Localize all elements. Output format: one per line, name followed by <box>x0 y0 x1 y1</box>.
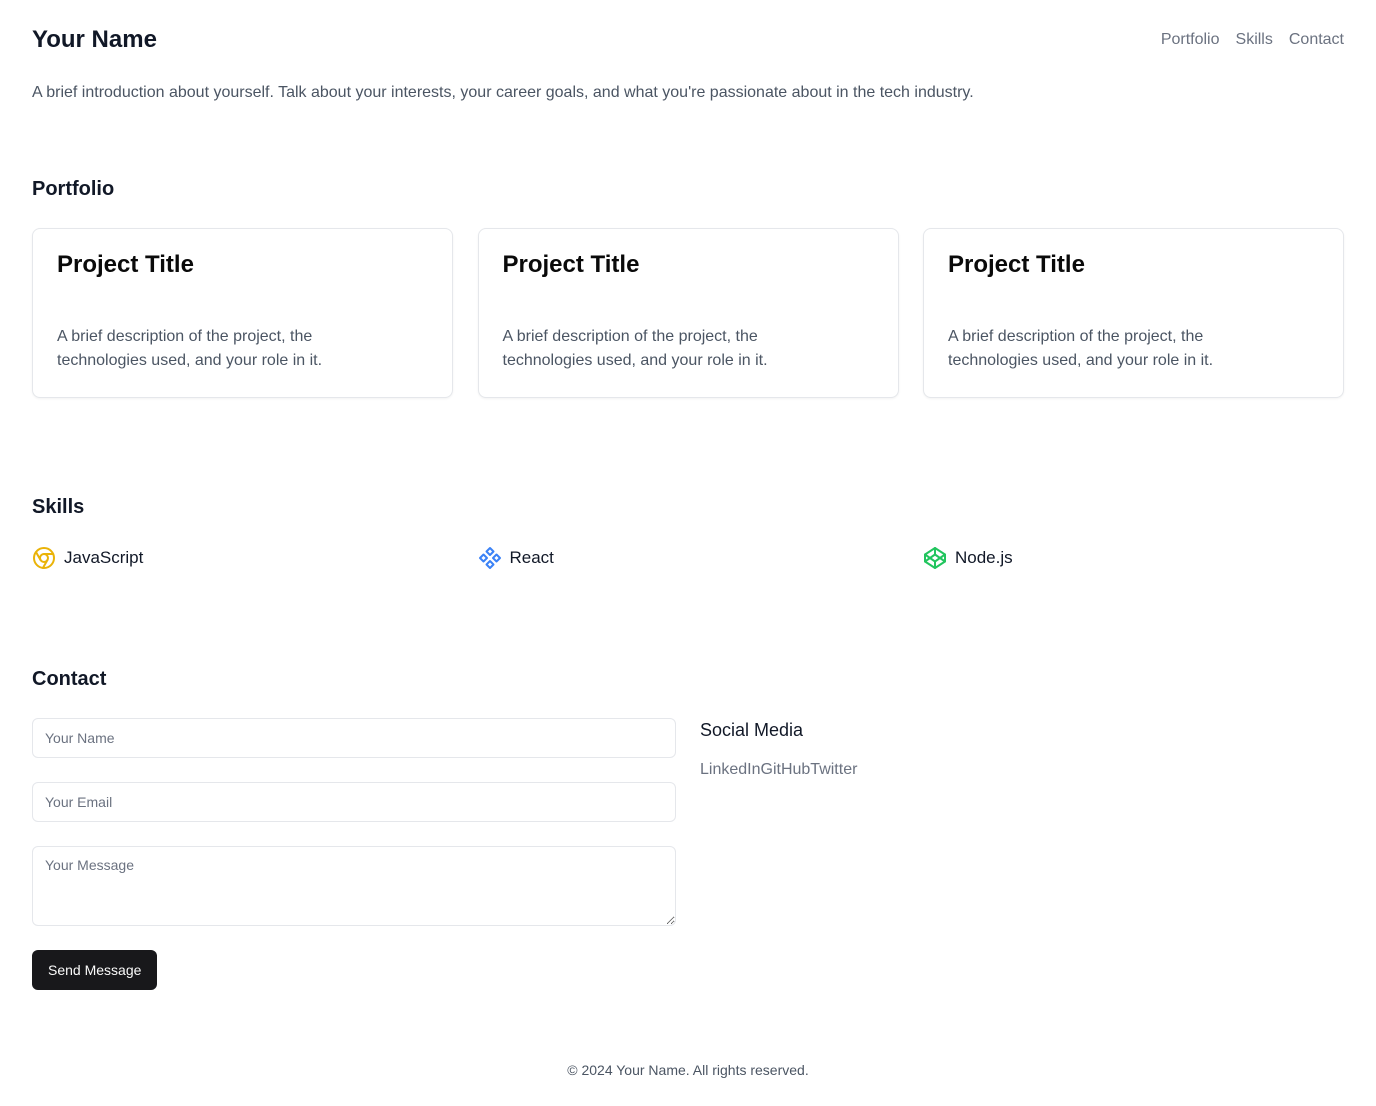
project-title: Project Title <box>948 251 1085 278</box>
project-card[interactable]: Project Title A brief description of the… <box>923 228 1344 398</box>
social-media-heading: Social Media <box>700 720 804 740</box>
social-link-github[interactable]: GitHub <box>761 761 811 779</box>
skill-label: Node.js <box>955 548 1013 567</box>
project-card[interactable]: Project Title A brief description of the… <box>477 228 899 398</box>
portfolio-heading: Portfolio <box>32 178 115 200</box>
intro-text: A brief introduction about yourself. Tal… <box>32 84 974 101</box>
social-links: LinkedIn GitHub Twitter <box>700 761 857 779</box>
main-nav: Portfolio Skills Contact <box>1161 31 1344 49</box>
social-media-panel: Social Media LinkedIn GitHub Twitter <box>700 720 857 779</box>
skill-label: JavaScript <box>64 548 144 567</box>
portfolio-page: Your Name Portfolio Skills Contact A bri… <box>0 0 1376 1106</box>
project-title: Project Title <box>57 251 194 278</box>
skill-item-javascript: JavaScript <box>32 546 478 570</box>
skills-list: JavaScript React Node.js <box>32 546 1344 570</box>
social-link-twitter[interactable]: Twitter <box>810 761 857 779</box>
project-description: A brief description of the project, the … <box>948 328 1214 369</box>
nav-link-contact[interactable]: Contact <box>1289 31 1344 49</box>
project-title: Project Title <box>502 251 640 278</box>
project-description: A brief description of the project, the … <box>502 328 768 369</box>
skill-item-react: React <box>478 546 924 570</box>
social-link-linkedin[interactable]: LinkedIn <box>700 761 761 779</box>
codepen-icon <box>923 546 947 570</box>
skills-heading: Skills <box>32 496 85 518</box>
nav-link-portfolio[interactable]: Portfolio <box>1161 31 1220 49</box>
send-message-button[interactable]: Send Message <box>32 950 158 990</box>
chrome-icon <box>32 546 56 570</box>
project-description: A brief description of the project, the … <box>57 328 323 369</box>
contact-heading: Contact <box>32 668 107 690</box>
project-grid: Project Title A brief description of the… <box>32 228 1344 398</box>
site-header: Your Name Portfolio Skills Contact <box>32 24 1344 56</box>
skill-label: React <box>509 548 554 567</box>
name-input[interactable] <box>32 718 676 758</box>
skill-item-nodejs: Node.js <box>923 546 1344 570</box>
component-icon <box>478 546 502 570</box>
contact-form: Send Message <box>32 718 676 990</box>
email-input[interactable] <box>32 782 676 822</box>
site-brand[interactable]: Your Name <box>32 26 157 54</box>
message-textarea[interactable] <box>32 846 676 926</box>
site-footer: © 2024 Your Name. All rights reserved. <box>567 1062 809 1078</box>
project-card[interactable]: Project Title A brief description of the… <box>32 228 453 398</box>
nav-link-skills[interactable]: Skills <box>1236 31 1273 49</box>
